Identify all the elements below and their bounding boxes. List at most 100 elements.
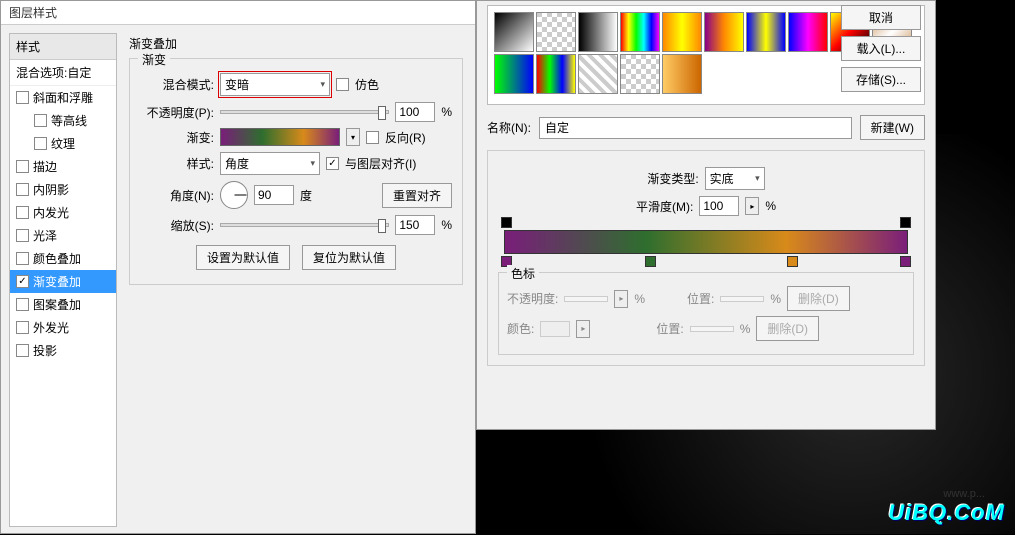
style-list: 样式 混合选项:自定 斜面和浮雕等高线纹理描边内阴影内发光光泽颜色叠加渐变叠加图…	[9, 33, 117, 527]
style-label: 内发光	[33, 204, 69, 221]
style-select[interactable]: 角度▾	[220, 152, 320, 175]
dialog-title: 图层样式	[1, 1, 475, 25]
stop-position-input	[690, 326, 734, 332]
gradient-dropdown[interactable]: ▾	[346, 128, 360, 146]
load-button[interactable]: 载入(L)...	[841, 36, 921, 61]
smoothness-label: 平滑度(M):	[636, 198, 693, 215]
dither-checkbox[interactable]	[336, 78, 349, 91]
stop-position-label: 位置:	[687, 290, 714, 307]
style-checkbox[interactable]	[16, 206, 29, 219]
style-item[interactable]: 内阴影	[10, 178, 116, 201]
style-label: 等高线	[51, 112, 87, 129]
style-label: 纹理	[51, 135, 75, 152]
preset-swatch[interactable]	[494, 12, 534, 52]
style-checkbox[interactable]	[16, 252, 29, 265]
stop-opacity-input	[564, 296, 608, 302]
preset-swatch[interactable]	[494, 54, 534, 94]
style-item[interactable]: 斜面和浮雕	[10, 86, 116, 109]
gradient-type-label: 渐变类型:	[647, 170, 698, 187]
style-checkbox[interactable]	[16, 160, 29, 173]
preset-swatch[interactable]	[620, 54, 660, 94]
stop-opacity-label: 不透明度:	[507, 290, 558, 307]
preset-swatch[interactable]	[746, 12, 786, 52]
style-item[interactable]: 内发光	[10, 201, 116, 224]
color-stop[interactable]	[900, 256, 911, 267]
style-label: 描边	[33, 158, 57, 175]
blend-options-item[interactable]: 混合选项:自定	[10, 60, 116, 86]
style-checkbox[interactable]	[34, 137, 47, 150]
layer-style-dialog: 图层样式 样式 混合选项:自定 斜面和浮雕等高线纹理描边内阴影内发光光泽颜色叠加…	[0, 0, 476, 534]
preset-swatch[interactable]	[578, 54, 618, 94]
angle-input[interactable]: 90	[254, 185, 294, 205]
smoothness-dropdown[interactable]: ▸	[745, 197, 759, 215]
style-item[interactable]: 等高线	[10, 109, 116, 132]
reverse-label: 反向(R)	[385, 129, 426, 146]
style-checkbox[interactable]	[16, 321, 29, 334]
style-item[interactable]: 渐变叠加	[10, 270, 116, 293]
preset-swatch[interactable]	[662, 54, 702, 94]
style-item[interactable]: 纹理	[10, 132, 116, 155]
styles-header[interactable]: 样式	[10, 34, 116, 60]
opacity-label: 不透明度(P):	[140, 104, 214, 121]
stop-color-well	[540, 321, 570, 337]
scale-input[interactable]: 150	[395, 215, 435, 235]
style-checkbox[interactable]	[16, 183, 29, 196]
stop-position-input	[720, 296, 764, 302]
save-button[interactable]: 存储(S)...	[841, 67, 921, 92]
align-checkbox[interactable]	[326, 157, 339, 170]
preset-swatch[interactable]	[620, 12, 660, 52]
style-checkbox[interactable]	[16, 229, 29, 242]
angle-label: 角度(N):	[140, 187, 214, 204]
preset-swatch[interactable]	[578, 12, 618, 52]
color-stop[interactable]	[787, 256, 798, 267]
blend-mode-select[interactable]: 变暗▾	[220, 73, 330, 96]
angle-dial[interactable]	[220, 181, 248, 209]
stop-position-label: 位置:	[656, 320, 683, 337]
preset-swatch[interactable]	[536, 54, 576, 94]
style-label: 外发光	[33, 319, 69, 336]
style-label: 颜色叠加	[33, 250, 81, 267]
smoothness-input[interactable]: 100	[699, 196, 739, 216]
dither-label: 仿色	[355, 76, 379, 93]
scale-slider[interactable]	[220, 223, 389, 227]
cancel-button[interactable]: 取消	[841, 5, 921, 30]
style-label: 渐变叠加	[33, 273, 81, 290]
new-button[interactable]: 新建(W)	[860, 115, 925, 140]
style-item[interactable]: 光泽	[10, 224, 116, 247]
style-checkbox[interactable]	[16, 298, 29, 311]
style-label: 光泽	[33, 227, 57, 244]
reset-align-button[interactable]: 重置对齐	[382, 183, 452, 208]
stop-color-label: 颜色:	[507, 320, 534, 337]
preset-swatch[interactable]	[704, 12, 744, 52]
style-item[interactable]: 投影	[10, 339, 116, 362]
style-checkbox[interactable]	[34, 114, 47, 127]
stop-opacity-dropdown: ▸	[614, 290, 628, 308]
opacity-stop[interactable]	[501, 217, 512, 228]
set-default-button[interactable]: 设置为默认值	[196, 245, 290, 270]
gradient-type-select[interactable]: 实底▾	[705, 167, 765, 190]
reverse-checkbox[interactable]	[366, 131, 379, 144]
gradient-preview[interactable]	[220, 128, 340, 146]
style-item[interactable]: 描边	[10, 155, 116, 178]
gradient-bar[interactable]	[504, 230, 908, 254]
scale-label: 缩放(S):	[140, 217, 214, 234]
delete-color-stop-button: 删除(D)	[756, 316, 819, 341]
style-checkbox[interactable]	[16, 275, 29, 288]
color-stop[interactable]	[645, 256, 656, 267]
preset-swatch[interactable]	[788, 12, 828, 52]
style-checkbox[interactable]	[16, 91, 29, 104]
preset-swatch[interactable]	[662, 12, 702, 52]
name-label: 名称(N):	[487, 119, 531, 136]
opacity-stop[interactable]	[900, 217, 911, 228]
style-checkbox[interactable]	[16, 344, 29, 357]
style-item[interactable]: 颜色叠加	[10, 247, 116, 270]
name-input[interactable]	[539, 117, 852, 139]
opacity-slider[interactable]	[220, 110, 389, 114]
opacity-input[interactable]: 100	[395, 102, 435, 122]
blend-mode-label: 混合模式:	[140, 76, 214, 93]
style-label: 斜面和浮雕	[33, 89, 93, 106]
style-item[interactable]: 图案叠加	[10, 293, 116, 316]
style-item[interactable]: 外发光	[10, 316, 116, 339]
reset-default-button[interactable]: 复位为默认值	[302, 245, 396, 270]
preset-swatch[interactable]	[536, 12, 576, 52]
